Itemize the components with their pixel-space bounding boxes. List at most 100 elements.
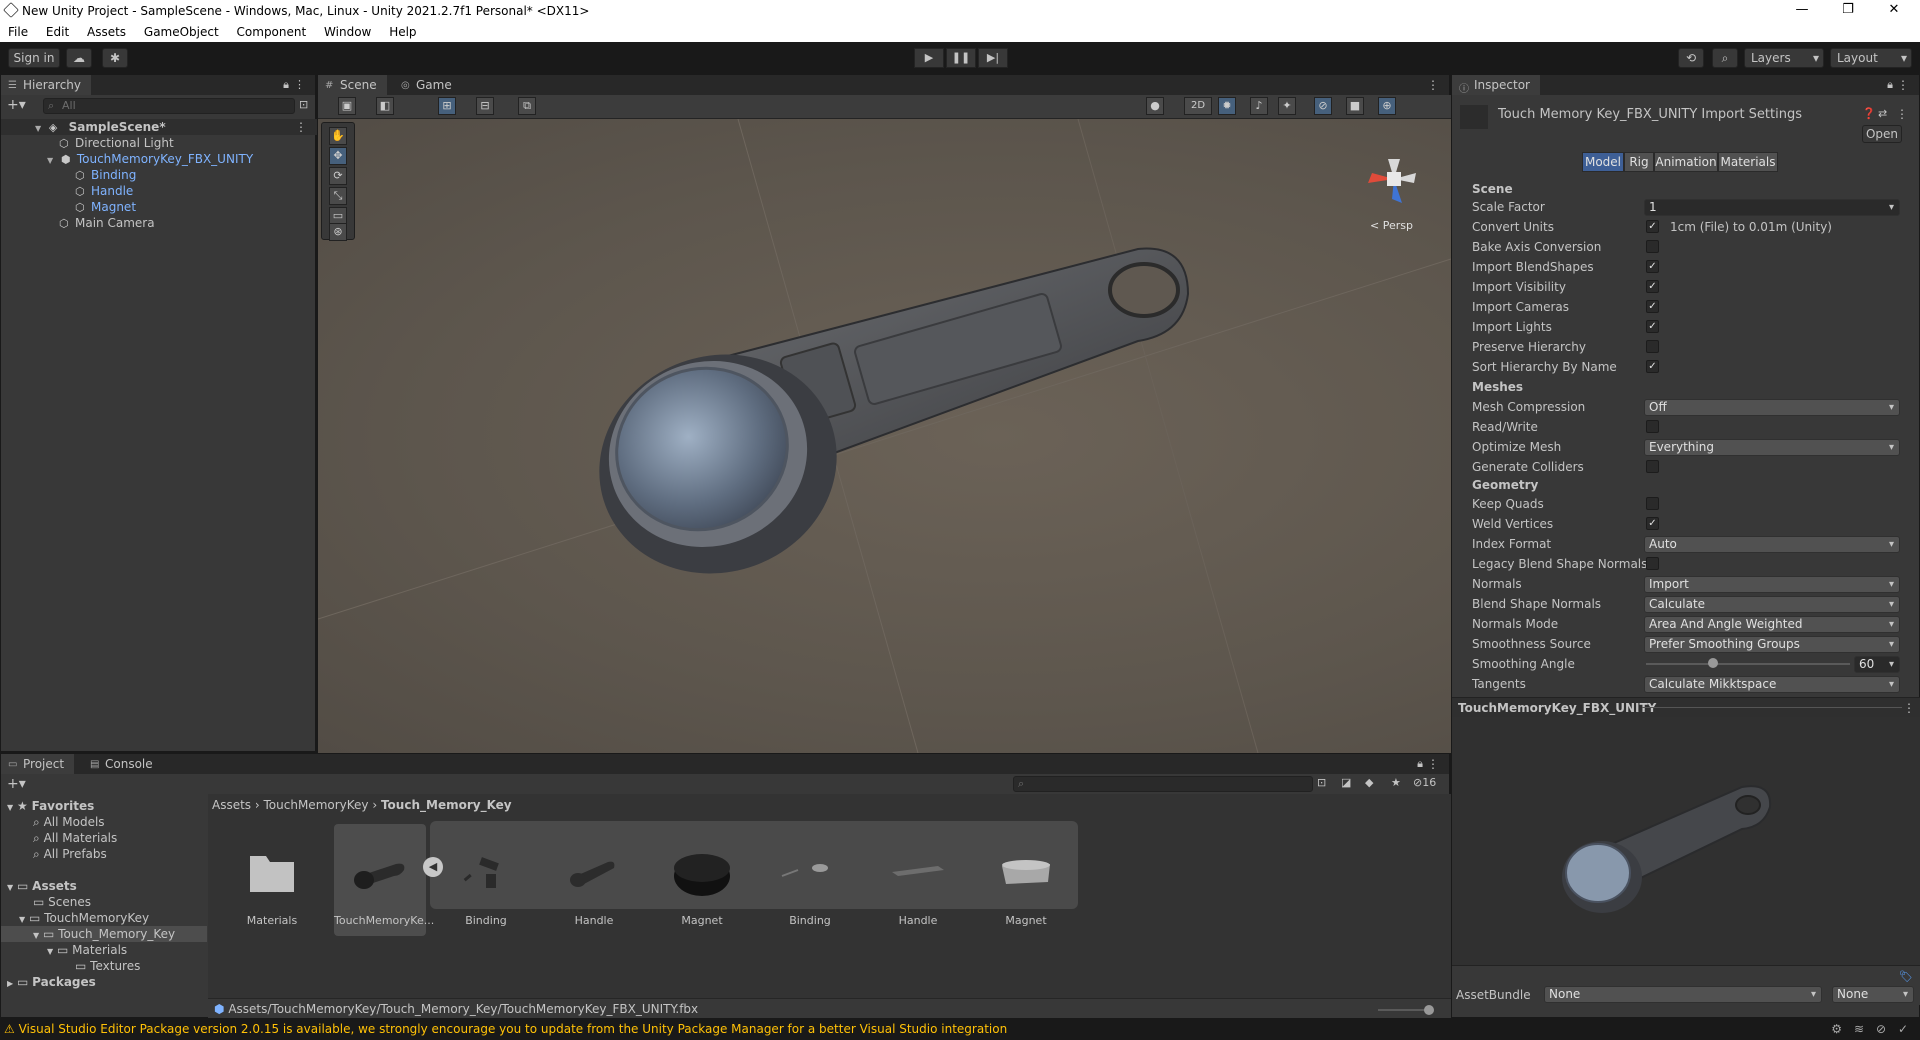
preserve-hierarchy-checkbox[interactable]: [1646, 340, 1659, 353]
assets-root-row[interactable]: ▼ ▭ Assets: [7, 878, 77, 894]
smoothness-source-dropdown[interactable]: Prefer Smoothing Groups: [1644, 636, 1900, 653]
folder-touch-memory-key[interactable]: ▼ ▭ Touch_Memory_Key: [1, 926, 207, 942]
folder-textures[interactable]: ▭ Textures: [75, 958, 140, 974]
breadcrumb-touch-memory-key[interactable]: Touch_Memory_Key: [381, 798, 512, 812]
asset-binding-mesh[interactable]: Binding: [446, 830, 526, 927]
create-icon[interactable]: +▾: [7, 776, 26, 792]
legacy-blend-checkbox[interactable]: [1646, 557, 1659, 570]
scene-root-row[interactable]: ▼ ◈ SampleScene* ⋮: [1, 119, 317, 135]
breadcrumb-assets[interactable]: Assets: [212, 798, 251, 812]
effects-toggle-icon[interactable]: ✦: [1278, 97, 1296, 115]
favorites-row[interactable]: ▼ ★ Favorites: [7, 798, 94, 814]
breadcrumb-touchmemorykey[interactable]: TouchMemoryKey: [264, 798, 369, 812]
cache-icon[interactable]: ≋: [1854, 1018, 1864, 1040]
render-mode-icon[interactable]: ◧: [376, 97, 394, 115]
move-tool-icon[interactable]: ✥: [329, 147, 347, 165]
import-cameras-checkbox[interactable]: ✓: [1646, 300, 1659, 313]
hierarchy-search-input[interactable]: ⌕ All: [43, 98, 295, 114]
audio-toggle-icon[interactable]: ♪: [1250, 97, 1268, 115]
check-icon[interactable]: ✓: [1898, 1018, 1908, 1040]
asset-handle-material[interactable]: Handle: [878, 830, 958, 927]
fav-all-prefabs[interactable]: ⌕ All Prefabs: [33, 846, 107, 862]
tab-console[interactable]: ▤ Console: [83, 754, 163, 774]
step-button[interactable]: ▶|: [978, 48, 1008, 68]
layout-dropdown[interactable]: Layout ▾: [1830, 48, 1912, 68]
convert-units-checkbox[interactable]: ✓: [1646, 220, 1659, 233]
2d-toggle-button[interactable]: 2D: [1184, 97, 1212, 115]
kebab-menu-icon[interactable]: ⋮: [1897, 78, 1909, 92]
search-by-type-icon[interactable]: ⊡: [1317, 776, 1326, 789]
sort-hierarchy-checkbox[interactable]: ✓: [1646, 360, 1659, 373]
collapse-model-icon[interactable]: ◀: [423, 857, 443, 877]
menu-gameobject[interactable]: GameObject: [136, 22, 225, 39]
hidden-objects-icon[interactable]: ⊘: [1314, 97, 1332, 115]
layers-dropdown[interactable]: Layers ▾: [1744, 48, 1824, 68]
expand-arrow-icon[interactable]: ▶: [7, 979, 13, 988]
hierarchy-item-magnet[interactable]: ⬡ Magnet: [1, 199, 136, 215]
folder-touchmemorykey[interactable]: ▼ ▭ TouchMemoryKey: [19, 910, 149, 926]
tab-game[interactable]: ◎ Game: [394, 75, 462, 95]
blend-shape-normals-dropdown[interactable]: Calculate: [1644, 596, 1900, 613]
hierarchy-item-handle[interactable]: ⬡ Handle: [1, 183, 133, 199]
menu-component[interactable]: Component: [229, 22, 313, 39]
shading-sphere-icon[interactable]: ●: [1146, 97, 1164, 115]
kebab-menu-icon[interactable]: ⋮: [1903, 701, 1915, 715]
preview-header[interactable]: TouchMemoryKey_FBX_UNITY ⋮: [1452, 697, 1920, 717]
add-icon[interactable]: +▾: [7, 97, 26, 113]
expand-arrow-icon[interactable]: ▼: [33, 931, 39, 940]
generate-colliders-checkbox[interactable]: [1646, 460, 1659, 473]
minimize-button[interactable]: —: [1780, 0, 1824, 22]
thumbnail-size-slider[interactable]: [1378, 1009, 1428, 1011]
expand-arrow-icon[interactable]: ▼: [47, 947, 53, 956]
favorite-star-icon[interactable]: ★: [1391, 776, 1401, 789]
packages-row[interactable]: ▶ ▭ Packages: [7, 974, 96, 990]
bake-axis-checkbox[interactable]: [1646, 240, 1659, 253]
import-blendshapes-checkbox[interactable]: ✓: [1646, 260, 1659, 273]
debug-icon[interactable]: ⚙: [1831, 1018, 1842, 1040]
weld-vertices-checkbox[interactable]: ✓: [1646, 517, 1659, 530]
hierarchy-item-directional-light[interactable]: ⬡ Directional Light: [1, 135, 174, 151]
menu-edit[interactable]: Edit: [38, 22, 75, 39]
lighting-toggle-icon[interactable]: ✹: [1218, 97, 1236, 115]
tangents-dropdown[interactable]: Calculate Mikktspace: [1644, 676, 1900, 693]
mesh-compression-dropdown[interactable]: Off: [1644, 399, 1900, 416]
hand-tool-icon[interactable]: ✋: [329, 127, 347, 145]
kebab-menu-icon[interactable]: ⋮: [1896, 107, 1908, 121]
collab-icon[interactable]: ✱: [102, 48, 128, 68]
import-lights-checkbox[interactable]: ✓: [1646, 320, 1659, 333]
sign-in-button[interactable]: Sign in: [8, 48, 60, 68]
lock-icon[interactable]: 🔒︎: [283, 78, 289, 92]
search-scene-icon[interactable]: ⊡: [299, 98, 308, 111]
transform-tool-icon[interactable]: ⊛: [329, 223, 347, 241]
tab-project[interactable]: ▭ Project: [1, 754, 75, 774]
smoothing-angle-slider[interactable]: [1646, 658, 1850, 668]
search-by-label-icon[interactable]: ◆: [1365, 776, 1373, 789]
cloud-icon[interactable]: ☁: [66, 48, 92, 68]
history-icon[interactable]: ⟲: [1678, 48, 1704, 68]
tab-scene[interactable]: # Scene: [318, 75, 387, 95]
asset-materials-folder[interactable]: Materials: [232, 830, 312, 927]
pause-button[interactable]: ❚❚: [946, 48, 976, 68]
presets-icon[interactable]: ⇄: [1878, 107, 1887, 120]
slider-thumb[interactable]: [1708, 658, 1719, 668]
expand-arrow-icon[interactable]: ▼: [7, 803, 13, 812]
assetbundle-dropdown[interactable]: None: [1544, 986, 1822, 1003]
help-icon[interactable]: ❓: [1862, 107, 1876, 120]
asset-magnet-material[interactable]: Magnet: [986, 830, 1066, 927]
draw-mode-icon[interactable]: ▣: [338, 97, 356, 115]
lock-icon[interactable]: 🔒︎: [1417, 757, 1423, 771]
orientation-gizmo[interactable]: [1354, 139, 1434, 219]
play-button[interactable]: ▶: [914, 48, 944, 68]
assetbundle-variant-dropdown[interactable]: None: [1832, 986, 1914, 1003]
search-icon[interactable]: ⌕: [1712, 48, 1738, 68]
asset-handle-mesh[interactable]: Handle: [554, 830, 634, 927]
tab-materials[interactable]: Materials: [1718, 152, 1778, 172]
index-format-dropdown[interactable]: Auto: [1644, 536, 1900, 553]
slider-thumb[interactable]: [1424, 1005, 1434, 1015]
optimize-mesh-dropdown[interactable]: Everything: [1644, 439, 1900, 456]
lock-icon[interactable]: 🔒︎: [1887, 78, 1893, 92]
tab-rig[interactable]: Rig: [1624, 152, 1654, 172]
tab-model[interactable]: Model: [1582, 152, 1624, 172]
import-visibility-checkbox[interactable]: ✓: [1646, 280, 1659, 293]
keep-quads-checkbox[interactable]: [1646, 497, 1659, 510]
